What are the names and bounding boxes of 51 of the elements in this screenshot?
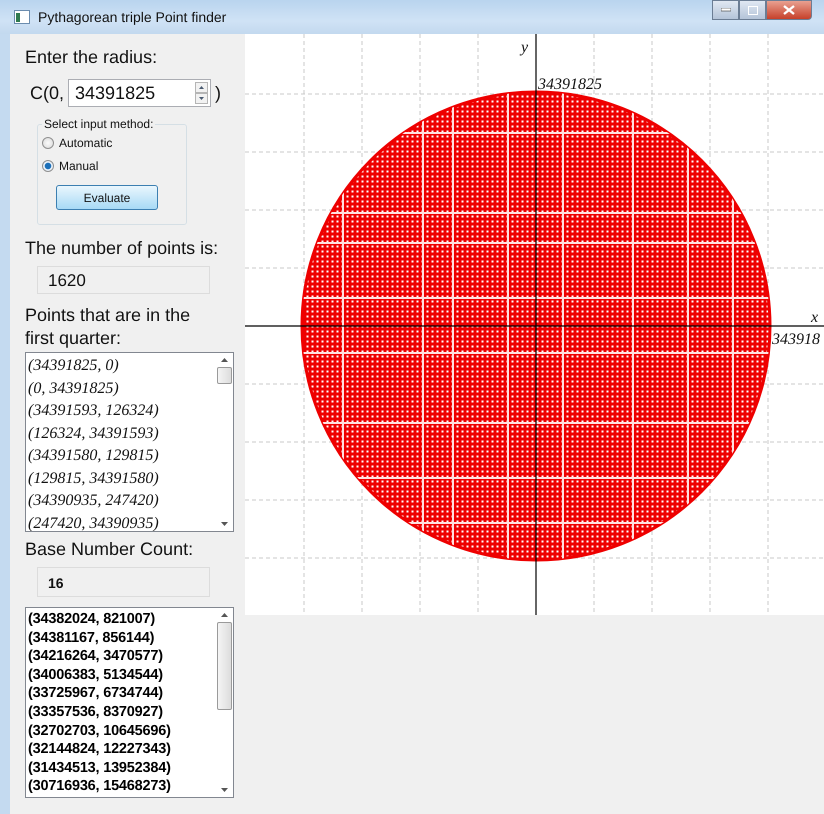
list-item[interactable]: (34391825, 0) bbox=[28, 355, 119, 378]
list-item[interactable]: (34381167, 856144) bbox=[28, 628, 154, 648]
radio-option[interactable]: Manual bbox=[42, 154, 98, 177]
scroll-down-icon[interactable] bbox=[220, 521, 229, 527]
window-title: Pythagorean triple Point finder bbox=[38, 9, 226, 25]
scroll-thumb[interactable] bbox=[217, 622, 232, 710]
radio-option[interactable]: Automatic bbox=[42, 131, 112, 154]
y-axis-label: y bbox=[521, 39, 528, 56]
maximize-icon bbox=[748, 6, 758, 14]
list-item[interactable]: (34391580, 129815) bbox=[28, 445, 159, 468]
scroll-up-icon[interactable] bbox=[220, 612, 229, 618]
base-list[interactable] bbox=[25, 607, 234, 798]
y-max-label: 34391825 bbox=[538, 76, 602, 93]
list-item[interactable]: (126324, 34391593) bbox=[28, 422, 159, 445]
list-item[interactable]: (34216264, 3470577) bbox=[28, 647, 163, 666]
x-axis-label: x bbox=[811, 309, 818, 326]
scroll-down-icon[interactable] bbox=[220, 787, 229, 793]
maximize-button[interactable] bbox=[739, 0, 766, 20]
list-item[interactable]: (34390935, 247420) bbox=[28, 490, 159, 512]
points-count-field: 1620 bbox=[37, 266, 210, 294]
x-max-label: 343918 bbox=[772, 331, 820, 348]
suffix-text: ) bbox=[215, 82, 222, 104]
window-icon bbox=[14, 10, 30, 24]
radius-label: Enter the radius: bbox=[25, 46, 158, 69]
base-count-label: Base Number Count: bbox=[25, 538, 194, 561]
close-icon bbox=[783, 5, 795, 15]
list-item[interactable]: (34382024, 821007) bbox=[28, 610, 156, 629]
list-item[interactable]: (31434513, 13952384) bbox=[28, 758, 171, 778]
base-count-field: 16 bbox=[37, 567, 210, 597]
list-item[interactable]: (34006383, 5134544) bbox=[28, 666, 163, 684]
close-button[interactable] bbox=[766, 0, 812, 20]
prefix-text: C(0, bbox=[30, 82, 64, 104]
list-item[interactable]: (34391593, 126324) bbox=[28, 400, 159, 422]
radius-input[interactable]: 34391825 bbox=[68, 79, 212, 107]
points-list[interactable]: (34391825, 0) (0, 34391825) (34391593, 126324) (126324, 34391593) (34391580, 129815) (129815, 34391580) (34390935, 247420) (247420, 34390935) bbox=[25, 352, 234, 532]
list-item[interactable]: (30716936, 15468273) bbox=[28, 777, 171, 796]
minimize-icon bbox=[720, 8, 730, 12]
scroll-thumb[interactable] bbox=[217, 367, 232, 384]
minimize-button[interactable] bbox=[712, 0, 739, 20]
first-quarter-label: Points that are in the first quarter: bbox=[25, 304, 192, 350]
list-item[interactable]: (247420, 34390935) bbox=[28, 512, 159, 531]
list-item[interactable]: (32144824, 12227343) bbox=[28, 740, 171, 759]
scroll-up-icon[interactable] bbox=[220, 357, 229, 363]
list-item[interactable]: (0, 34391825) bbox=[28, 378, 119, 400]
points-count-label: The number of points is: bbox=[25, 237, 218, 260]
list-item[interactable]: (33357536, 8370927) bbox=[28, 702, 163, 722]
evaluate-button[interactable]: Evaluate bbox=[56, 185, 158, 210]
group-legend: Select input method: bbox=[42, 117, 156, 131]
list-item[interactable]: (129815, 34391580) bbox=[28, 468, 159, 490]
list-item[interactable]: (32702703, 10645696) bbox=[28, 722, 171, 740]
list-item[interactable]: (33725967, 6734744) bbox=[28, 684, 163, 703]
